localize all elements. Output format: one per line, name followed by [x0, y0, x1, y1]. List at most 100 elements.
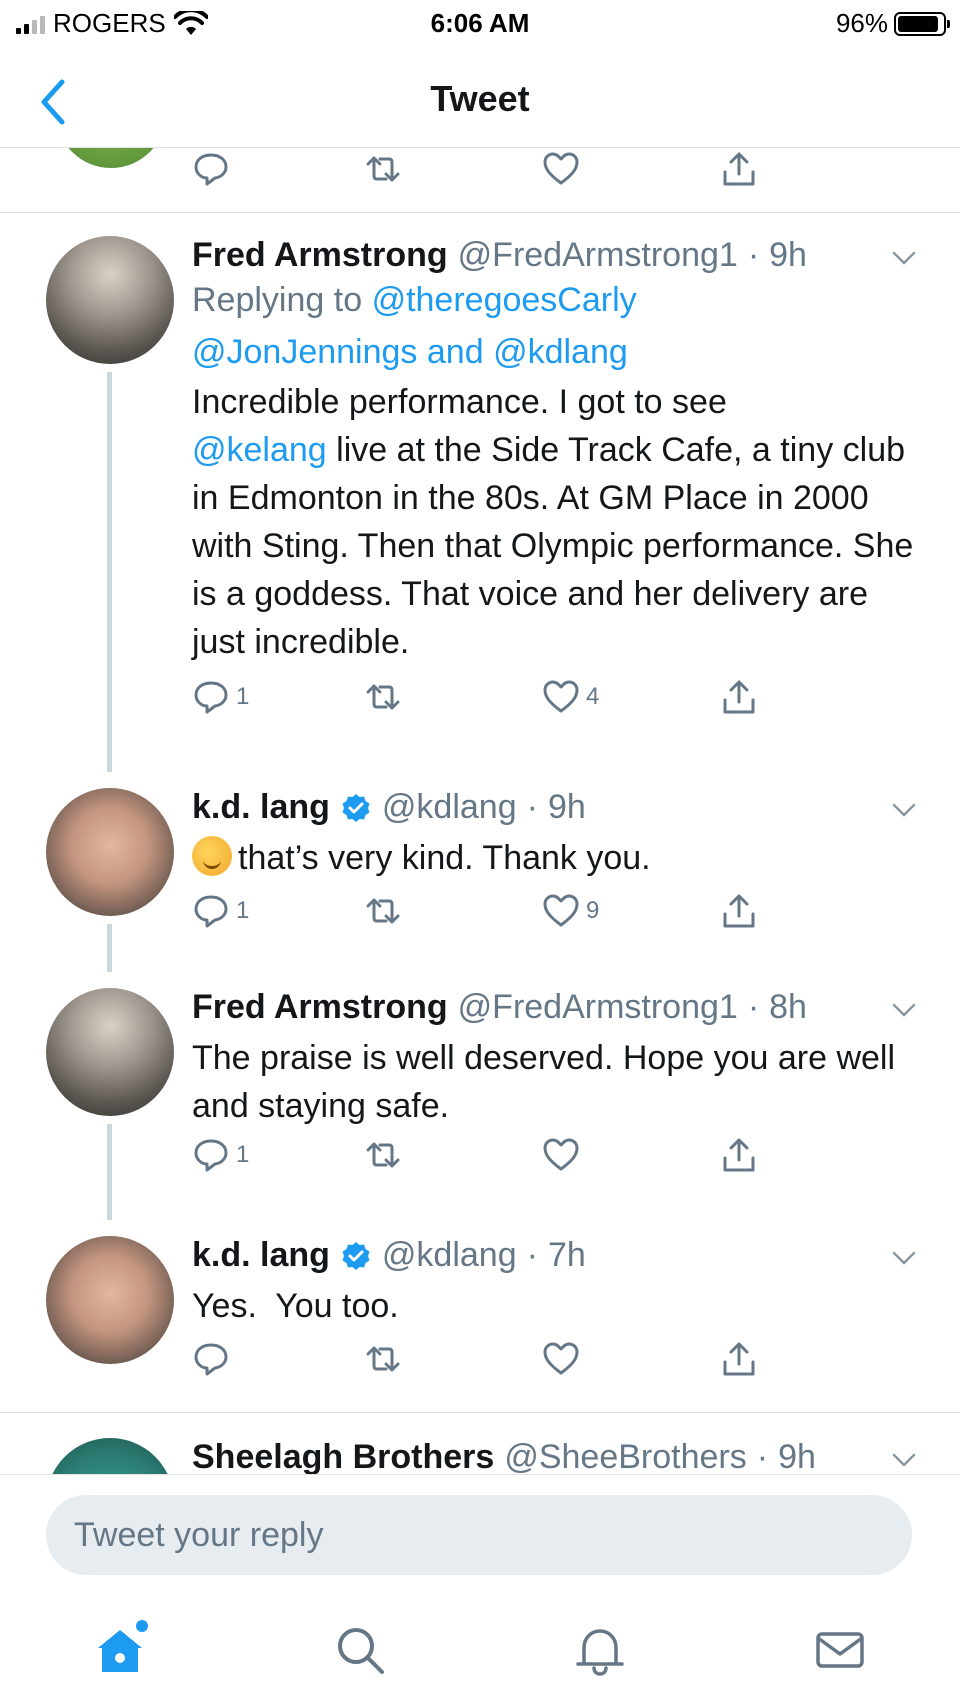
reply-icon [194, 1139, 228, 1172]
like-count: 9 [586, 897, 600, 924]
chevron-down-icon[interactable] [888, 242, 920, 274]
share-button[interactable] [720, 892, 758, 930]
avatar[interactable] [46, 1438, 174, 1474]
tweet-header: Fred Armstrong @FredArmstrong1 · 9h [192, 236, 807, 275]
share-icon [723, 680, 755, 714]
mention-link[interactable]: @JonJennings [192, 333, 417, 371]
display-name[interactable]: Fred Armstrong [192, 236, 448, 275]
separator-dot: · [747, 236, 760, 274]
user-handle[interactable]: @kdlang [382, 788, 517, 827]
avatar[interactable] [56, 148, 166, 168]
chevron-down-icon[interactable] [888, 994, 920, 1026]
tweet-text-part: that’s very kind. Thank you. [238, 839, 651, 877]
tweet-text: The praise is well deserved. Hope you ar… [192, 1039, 896, 1125]
chevron-down-icon[interactable] [888, 1444, 920, 1474]
reply-icon [194, 681, 228, 714]
tab-messages[interactable] [812, 1622, 872, 1682]
separator-dot: · [526, 1236, 538, 1274]
retweet-button[interactable] [364, 892, 402, 930]
reply-button[interactable] [192, 1340, 236, 1378]
share-button[interactable] [720, 1136, 758, 1174]
share-icon [723, 1342, 755, 1376]
retweet-icon [366, 1346, 400, 1372]
reply-button[interactable]: 1 [192, 1136, 249, 1174]
replying-to: Replying to @theregoesCarly @JonJennings… [192, 274, 637, 378]
battery-percent: 96% [835, 8, 888, 38]
tweet-actions: 1 [192, 1136, 812, 1176]
tweet-thread[interactable]: Fred Armstrong @FredArmstrong1 · 9h Replyi… [0, 148, 960, 1474]
battery-status: 96% [835, 8, 950, 39]
chevron-down-icon[interactable] [888, 794, 920, 826]
display-name[interactable]: k.d. lang [192, 1236, 330, 1275]
mention-and[interactable]: and [427, 333, 484, 371]
like-button[interactable]: 4 [542, 678, 599, 716]
reply-button[interactable]: 1 [192, 678, 249, 716]
retweet-icon [366, 1142, 400, 1168]
avatar[interactable] [46, 988, 174, 1116]
tab-notifications[interactable] [572, 1622, 632, 1682]
avatar[interactable] [46, 1236, 174, 1364]
retweet-icon [366, 684, 400, 710]
like-button[interactable] [542, 1136, 586, 1174]
replying-to-label: Replying to [192, 281, 363, 319]
tab-home[interactable] [92, 1620, 152, 1682]
heart-icon [543, 1342, 579, 1375]
tab-search[interactable] [332, 1622, 392, 1682]
user-handle[interactable]: @SheeBrothers [504, 1438, 746, 1474]
avatar[interactable] [46, 236, 174, 364]
tweet-actions: 1 9 [192, 892, 812, 932]
timestamp: 7h [547, 1236, 586, 1274]
reply-button[interactable] [192, 150, 230, 188]
page-title: Tweet [430, 78, 530, 119]
retweet-button[interactable] [364, 678, 402, 716]
reply-count: 1 [236, 1141, 250, 1168]
tweet-actions: 1 4 [192, 678, 812, 718]
tweet-text: Yes. You too. [192, 1287, 399, 1325]
unread-indicator [136, 1620, 148, 1632]
retweet-button[interactable] [364, 1340, 402, 1378]
reply-button[interactable]: 1 [192, 892, 249, 930]
user-handle[interactable]: @FredArmstrong1 [458, 236, 738, 275]
mention-link[interactable]: @kelang [192, 431, 327, 469]
like-count: 4 [586, 683, 600, 710]
tweet-actions [192, 1340, 812, 1380]
separator-dot: · [526, 788, 538, 826]
chevron-down-icon[interactable] [888, 1242, 920, 1274]
share-button[interactable] [720, 1340, 758, 1378]
display-name[interactable]: k.d. lang [192, 788, 330, 827]
thread-line [107, 372, 112, 772]
reply-bar [0, 1474, 960, 1594]
reply-count: 1 [236, 683, 250, 710]
user-handle[interactable]: @kdlang [382, 1236, 517, 1275]
retweet-button[interactable] [364, 150, 402, 188]
smiling-face-emoji-icon [192, 836, 232, 876]
search-icon [338, 1628, 384, 1674]
tweet-header: Tweet [0, 56, 960, 148]
divider [0, 1412, 960, 1413]
thread-line [107, 924, 112, 972]
reply-input[interactable] [46, 1495, 912, 1575]
share-button[interactable] [720, 678, 758, 716]
avatar[interactable] [46, 788, 174, 916]
share-icon [723, 152, 755, 186]
timestamp: 9h [778, 1438, 816, 1474]
like-button[interactable] [542, 150, 580, 188]
bell-icon [576, 1629, 624, 1676]
tweet-text-part: Incredible performance. I got to see [192, 383, 727, 421]
share-button[interactable] [720, 150, 758, 188]
mention-link[interactable]: @theregoesCarly [372, 281, 637, 319]
retweet-button[interactable] [364, 1136, 402, 1174]
display-name[interactable]: Fred Armstrong [192, 988, 448, 1027]
mention-link[interactable]: @kdlang [493, 333, 628, 371]
like-button[interactable] [542, 1340, 586, 1378]
reply-icon [194, 153, 228, 186]
heart-icon [543, 152, 579, 185]
user-handle[interactable]: @FredArmstrong1 [458, 988, 738, 1027]
divider [0, 212, 960, 213]
like-button[interactable]: 9 [542, 892, 599, 930]
display-name[interactable]: Sheelagh Brothers [192, 1438, 494, 1474]
verified-badge-icon [342, 1241, 370, 1270]
tweet-header: Sheelagh Brothers @SheeBrothers · 9h [192, 1438, 816, 1474]
heart-icon [543, 894, 579, 927]
verified-badge-icon [342, 793, 370, 822]
